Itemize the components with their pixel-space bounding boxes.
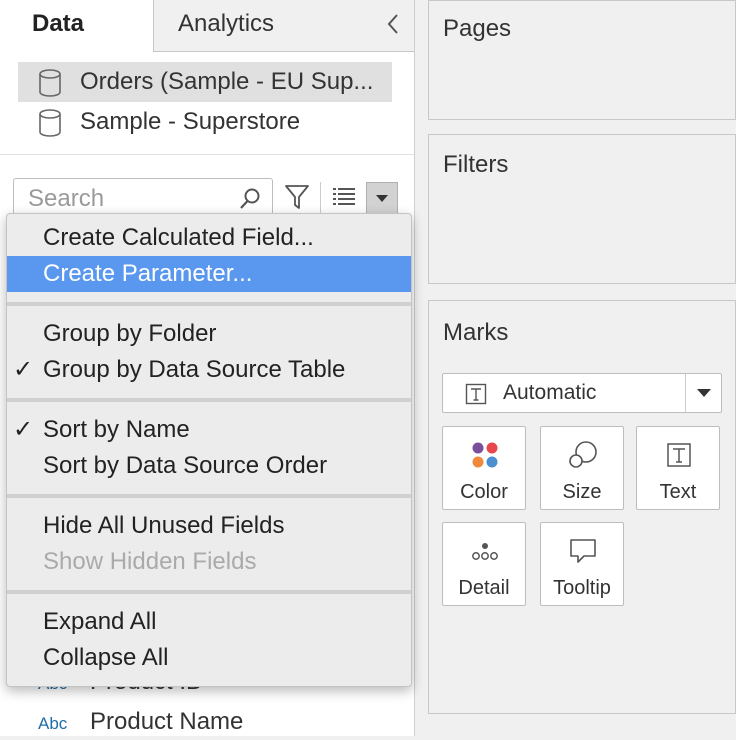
menu-item-create-calculated-field[interactable]: Create Calculated Field... [7, 220, 411, 256]
tab-analytics-label: Analytics [178, 10, 275, 37]
data-source-label: Sample - Superstore [80, 108, 301, 135]
text-button[interactable]: Text [636, 426, 720, 510]
data-pane-menu-button[interactable] [366, 182, 398, 214]
tooltip-button[interactable]: Tooltip [540, 522, 624, 606]
detail-button-label: Detail [458, 577, 510, 599]
detail-dots-icon [472, 543, 498, 560]
menu-item-sort-by-data-source-order[interactable]: Sort by Data Source Order [7, 448, 411, 484]
pages-shelf[interactable]: Pages [428, 0, 736, 120]
speech-bubble-icon [570, 539, 596, 563]
field-search[interactable] [13, 178, 273, 218]
chevron-left-icon[interactable] [386, 12, 400, 36]
field-item[interactable]: Abc Product Name [0, 704, 414, 740]
caret-down-icon [376, 195, 388, 202]
menu-item-expand-all[interactable]: Expand All [7, 604, 411, 640]
color-button[interactable]: Color [442, 426, 526, 510]
menu-item-create-parameter[interactable]: Create Parameter... [7, 256, 411, 292]
menu-item-show-hidden-fields: Show Hidden Fields [7, 544, 411, 580]
menu-item-group-by-folder[interactable]: Group by Folder [7, 316, 411, 352]
pages-shelf-title: Pages [443, 15, 512, 42]
menu-separator [7, 590, 411, 594]
size-button-label: Size [562, 481, 602, 503]
toolbar-divider [320, 182, 321, 214]
menu-item-label: Group by Data Source Table [43, 356, 346, 383]
menu-item-label: Create Parameter... [43, 260, 253, 287]
menu-separator [7, 494, 411, 498]
menu-item-label: Expand All [43, 608, 157, 635]
color-dots-icon [472, 442, 498, 468]
menu-item-label: Show Hidden Fields [43, 548, 257, 575]
marks-card-title: Marks [443, 319, 509, 346]
dropdown-divider [685, 374, 686, 412]
list-view-icon[interactable] [332, 186, 356, 208]
filters-shelf-title: Filters [443, 151, 509, 178]
divider [0, 154, 414, 155]
filter-icon[interactable] [284, 183, 310, 211]
database-icon [39, 69, 61, 97]
search-input[interactable] [28, 185, 228, 213]
pane-tabs: Data Analytics [0, 0, 414, 52]
menu-item-collapse-all[interactable]: Collapse All [7, 640, 411, 676]
menu-separator [7, 398, 411, 402]
tab-analytics[interactable]: Analytics [153, 0, 414, 52]
data-source-item[interactable]: Orders (Sample - EU Sup... [18, 62, 392, 102]
menu-item-hide-all-unused-fields[interactable]: Hide All Unused Fields [7, 508, 411, 544]
menu-item-label: Create Calculated Field... [43, 224, 314, 251]
checkmark-icon: ✓ [13, 356, 34, 383]
filters-shelf[interactable]: Filters [428, 134, 736, 284]
mark-type-dropdown[interactable]: Automatic [442, 373, 722, 413]
data-source-item[interactable]: Sample - Superstore [18, 102, 392, 142]
database-icon [39, 109, 61, 137]
text-button-label: Text [659, 481, 697, 503]
menu-item-label: Sort by Data Source Order [43, 452, 328, 479]
menu-item-sort-by-name[interactable]: ✓ Sort by Name [7, 412, 411, 448]
string-type-icon: Abc [38, 714, 68, 733]
context-menu: Create Calculated Field... Create Parame… [6, 213, 412, 687]
size-button[interactable]: Size [540, 426, 624, 510]
menu-item-label: Group by Folder [43, 320, 217, 347]
caret-down-icon [697, 389, 711, 397]
tooltip-button-label: Tooltip [553, 577, 611, 599]
menu-separator [7, 302, 411, 306]
text-t-icon [667, 443, 691, 467]
mark-type-label: Automatic [503, 381, 597, 404]
data-source-label: Orders (Sample - EU Sup... [80, 68, 374, 95]
text-t-icon [465, 383, 487, 405]
detail-button[interactable]: Detail [442, 522, 526, 606]
tab-data[interactable]: Data [0, 0, 153, 52]
menu-item-group-by-data-source-table[interactable]: ✓ Group by Data Source Table [7, 352, 411, 388]
menu-item-label: Collapse All [43, 644, 169, 671]
field-name: Product Name [90, 708, 244, 735]
color-button-label: Color [460, 481, 508, 503]
size-circles-icon [569, 441, 597, 468]
menu-item-label: Hide All Unused Fields [43, 512, 285, 539]
menu-item-label: Sort by Name [43, 416, 190, 443]
checkmark-icon: ✓ [13, 416, 34, 443]
search-icon[interactable] [238, 187, 262, 211]
